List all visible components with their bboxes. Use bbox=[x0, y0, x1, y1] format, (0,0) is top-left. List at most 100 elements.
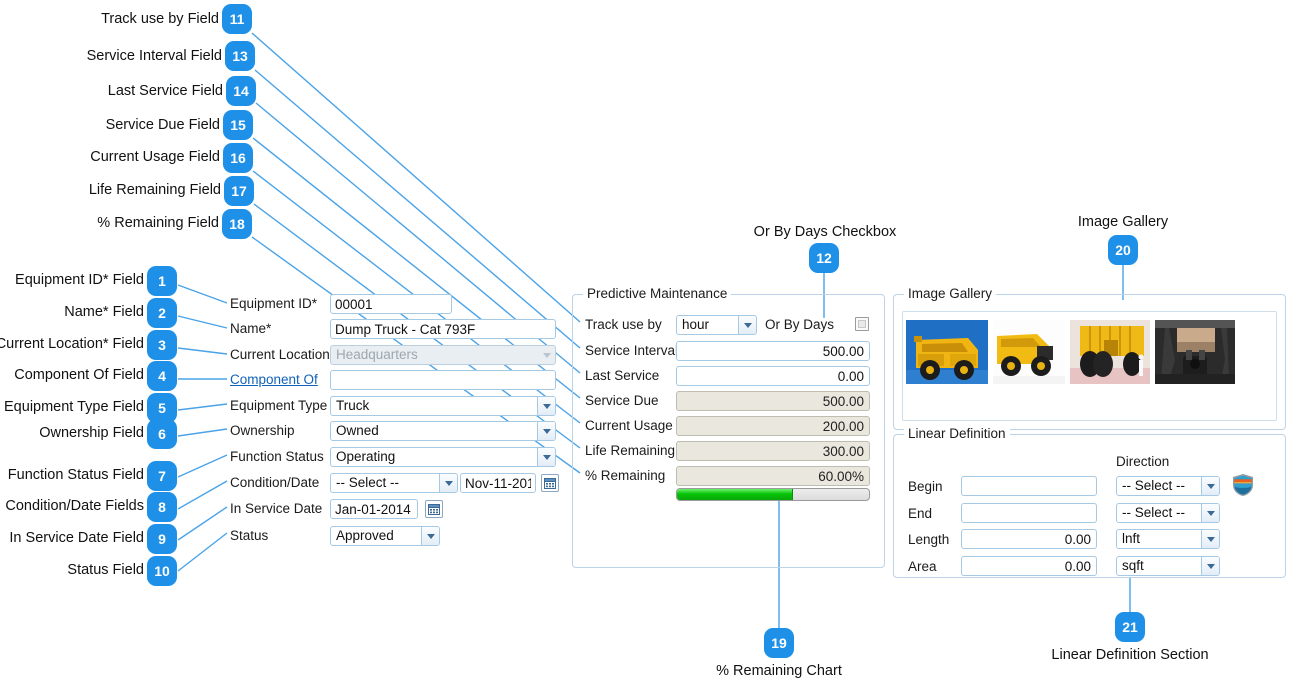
chevron-down-icon[interactable] bbox=[1201, 477, 1219, 495]
callout-badge-10: 10 bbox=[147, 556, 177, 586]
status-combobox[interactable]: Approved bbox=[330, 526, 440, 546]
service-interval-input[interactable] bbox=[676, 341, 870, 361]
chevron-down-icon[interactable] bbox=[1201, 530, 1219, 548]
callout-label-18: % Remaining Field bbox=[97, 215, 219, 231]
callout-badge-20: 20 bbox=[1108, 235, 1138, 265]
name-input[interactable] bbox=[330, 319, 556, 339]
service-interval-label: Service Interval bbox=[585, 343, 679, 358]
callout-badge-6: 6 bbox=[147, 419, 177, 449]
end-input[interactable] bbox=[961, 503, 1097, 523]
callout-badge-3: 3 bbox=[147, 330, 177, 360]
component-of-input[interactable] bbox=[330, 370, 556, 390]
percent-remaining-input bbox=[676, 466, 870, 486]
component-of-link[interactable]: Component Of bbox=[230, 372, 318, 387]
chevron-down-icon[interactable] bbox=[1201, 504, 1219, 522]
length-input[interactable] bbox=[961, 529, 1097, 549]
shield-icon[interactable] bbox=[1232, 473, 1254, 497]
equipment-id-input[interactable] bbox=[330, 294, 452, 314]
progress-fill bbox=[677, 489, 794, 500]
function-status-label: Function Status bbox=[230, 449, 324, 464]
condition-date-label: Condition/Date bbox=[230, 475, 320, 490]
in-service-date-input[interactable] bbox=[330, 499, 418, 519]
chevron-down-icon[interactable] bbox=[537, 422, 555, 440]
begin-input[interactable] bbox=[961, 476, 1097, 496]
end-direction-combobox[interactable]: -- Select -- bbox=[1116, 503, 1220, 523]
or-by-days-label: Or By Days bbox=[765, 317, 835, 332]
end-label: End bbox=[908, 506, 933, 521]
chevron-down-icon[interactable] bbox=[439, 474, 457, 492]
callout-label-16: Current Usage Field bbox=[90, 149, 220, 165]
callout-badge-2: 2 bbox=[147, 298, 177, 328]
callout-badge-8: 8 bbox=[147, 492, 177, 522]
ownership-value: Owned bbox=[336, 423, 379, 438]
callout-label-11: Track use by Field bbox=[101, 11, 219, 27]
equipment-type-combobox[interactable]: Truck bbox=[330, 396, 556, 416]
callout-label-1: Equipment ID* Field bbox=[15, 272, 144, 288]
chevron-down-icon[interactable] bbox=[537, 397, 555, 415]
current-location-label: Current Location* bbox=[230, 347, 336, 362]
callout-badge-21: 21 bbox=[1115, 612, 1145, 642]
gallery-thumbnail-3[interactable] bbox=[1070, 320, 1150, 384]
callout-badge-17: 17 bbox=[224, 176, 254, 206]
annotated-screenshot: Equipment ID* Field 1 Name* Field 2 Curr… bbox=[0, 0, 1297, 688]
calendar-icon[interactable] bbox=[425, 500, 443, 518]
in-service-date-label: In Service Date bbox=[230, 501, 323, 516]
area-unit-value: sqft bbox=[1122, 558, 1144, 573]
callout-badge-12: 12 bbox=[809, 243, 839, 273]
chevron-down-icon[interactable] bbox=[1201, 557, 1219, 575]
calendar-icon[interactable] bbox=[541, 474, 559, 492]
current-usage-input bbox=[676, 416, 870, 436]
area-input[interactable] bbox=[961, 556, 1097, 576]
callout-label-21: Linear Definition Section bbox=[1051, 647, 1209, 663]
length-label: Length bbox=[908, 532, 950, 547]
percent-remaining-progress-bar bbox=[676, 488, 870, 501]
condition-date-input[interactable] bbox=[460, 473, 536, 493]
chevron-down-icon[interactable] bbox=[537, 448, 555, 466]
callout-label-13: Service Interval Field bbox=[86, 48, 222, 64]
callout-badge-9: 9 bbox=[147, 524, 177, 554]
ownership-combobox[interactable]: Owned bbox=[330, 421, 556, 441]
callout-label-8: Condition/Date Fields bbox=[5, 498, 144, 514]
callout-label-15: Service Due Field bbox=[105, 117, 220, 133]
chevron-down-icon[interactable] bbox=[421, 527, 439, 545]
condition-combobox[interactable]: -- Select -- bbox=[330, 473, 458, 493]
chevron-down-icon[interactable] bbox=[738, 316, 756, 334]
equipment-type-label: Equipment Type bbox=[230, 398, 328, 413]
function-status-value: Operating bbox=[336, 449, 396, 464]
callout-badge-13: 13 bbox=[225, 41, 255, 71]
direction-header-label: Direction bbox=[1116, 454, 1170, 469]
gallery-thumbnail-1[interactable] bbox=[906, 320, 988, 384]
function-status-combobox[interactable]: Operating bbox=[330, 447, 556, 467]
chevron-down-icon bbox=[538, 346, 555, 364]
callout-badge-14: 14 bbox=[226, 76, 256, 106]
callout-label-9: In Service Date Field bbox=[9, 530, 144, 546]
track-use-by-combobox[interactable]: hour bbox=[676, 315, 757, 335]
current-location-combobox[interactable]: Headquarters bbox=[330, 345, 556, 365]
length-unit-combobox[interactable]: lnft bbox=[1116, 529, 1220, 549]
begin-label: Begin bbox=[908, 479, 943, 494]
last-service-label: Last Service bbox=[585, 368, 660, 383]
service-due-input bbox=[676, 391, 870, 411]
percent-remaining-label: % Remaining bbox=[585, 468, 666, 483]
equipment-type-value: Truck bbox=[336, 398, 370, 413]
or-by-days-checkbox[interactable] bbox=[855, 317, 869, 331]
callout-label-6: Ownership Field bbox=[39, 425, 144, 441]
callout-badge-18: 18 bbox=[222, 209, 252, 239]
linear-definition-title: Linear Definition bbox=[904, 426, 1010, 441]
status-value: Approved bbox=[336, 528, 394, 543]
last-service-input[interactable] bbox=[676, 366, 870, 386]
callout-badge-4: 4 bbox=[147, 361, 177, 391]
gallery-thumbnail-2[interactable] bbox=[993, 320, 1065, 384]
area-unit-combobox[interactable]: sqft bbox=[1116, 556, 1220, 576]
callout-label-19: % Remaining Chart bbox=[716, 663, 842, 679]
length-unit-value: lnft bbox=[1122, 531, 1141, 546]
current-location-value: Headquarters bbox=[336, 347, 418, 362]
gallery-thumbnail-4[interactable] bbox=[1155, 320, 1235, 384]
callout-label-5: Equipment Type Field bbox=[4, 399, 144, 415]
callout-label-7: Function Status Field bbox=[7, 467, 144, 483]
begin-direction-combobox[interactable]: -- Select -- bbox=[1116, 476, 1220, 496]
callout-badge-19: 19 bbox=[764, 628, 794, 658]
predictive-maintenance-title: Predictive Maintenance bbox=[583, 286, 732, 301]
track-use-by-label: Track use by bbox=[585, 317, 662, 332]
equipment-id-label: Equipment ID* bbox=[230, 296, 318, 311]
